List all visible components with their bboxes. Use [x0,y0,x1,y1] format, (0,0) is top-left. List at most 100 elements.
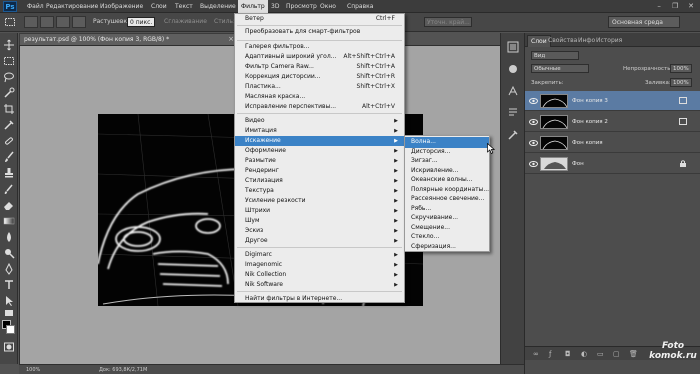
filter-menu-item[interactable]: Адаптивный широкий угол... Alt+Shift+Ctrl… [235,52,404,62]
filter-menu-item[interactable]: Шум ▶ [235,216,404,226]
layer-row[interactable]: Фон копия [525,133,700,153]
layer-row[interactable]: Фон [525,154,700,174]
filter-menu-item[interactable]: Эскиз ▶ [235,226,404,236]
path-select-tool-icon[interactable] [3,295,15,307]
delete-layer-icon[interactable]: 🗑 [629,350,638,358]
brush-panel-icon[interactable] [507,63,519,75]
visibility-eye-icon[interactable] [529,139,538,147]
opacity-input[interactable]: 100% [670,64,692,73]
move-tool-icon[interactable] [3,39,15,51]
background-color-swatch[interactable] [6,325,15,334]
distort-submenu-item[interactable]: Сферизация... [405,242,489,253]
filter-menu-item[interactable]: Коррекция дисторсии... Shift+Ctrl+R [235,72,404,82]
filter-menu-item[interactable]: Штрихи ▶ [235,206,404,216]
quick-mask-icon[interactable] [3,341,15,353]
type-tool-icon[interactable] [3,279,15,291]
menu-view[interactable]: Просмотр [283,0,320,13]
crop-tool-icon[interactable] [3,103,15,115]
blur-tool-icon[interactable] [3,231,15,243]
workspace-select[interactable]: Основная среда [608,16,680,28]
minimize-button[interactable]: – [652,1,666,11]
filter-menu-item[interactable]: Другое ▶ [235,236,404,246]
menu-layers[interactable]: Слои [148,0,170,13]
fill-input[interactable]: 100% [670,78,692,87]
dodge-tool-icon[interactable] [3,247,15,259]
filter-menu-item[interactable]: Digimarc ▶ [235,250,404,260]
tab-history[interactable]: История [593,35,625,47]
menu-filter[interactable]: Фильтр [238,0,268,13]
filter-menu-item[interactable]: Imagenomic ▶ [235,260,404,270]
filter-menu-item[interactable]: Имитация ▶ [235,126,404,136]
adjustment-layer-icon[interactable]: ◐ [581,350,587,358]
filter-menu-item[interactable]: Текстура ▶ [235,186,404,196]
gradient-tool-icon[interactable] [3,215,15,227]
marquee-preset-icon[interactable] [4,16,16,28]
character-panel-icon[interactable] [507,85,519,97]
antialias-label[interactable]: Сглаживание [164,18,207,25]
filter-menu-item[interactable]: Пластика... Shift+Ctrl+X [235,82,404,92]
filter-menu-item[interactable]: Исправление перспективы... Alt+Ctrl+V [235,102,404,112]
filter-menu-item[interactable]: Стилизация ▶ [235,176,404,186]
filter-menu-item[interactable]: Усиление резкости ▶ [235,196,404,206]
history-brush-tool-icon[interactable] [3,183,15,195]
menu-edit[interactable]: Редактирование [43,0,101,13]
tool-presets-icon[interactable] [507,129,519,141]
new-selection-icon[interactable] [24,16,38,28]
close-window-button[interactable]: ✕ [684,1,698,11]
filter-menu-item[interactable]: Преобразовать для смарт-фильтров [235,27,404,37]
visibility-eye-icon[interactable] [529,118,538,126]
filter-menu-item-label: Штрихи [245,207,271,214]
layer-filter-kind-select[interactable]: Вид [531,51,579,60]
add-mask-icon[interactable]: ◘ [565,350,571,358]
filter-menu-item[interactable]: Оформление ▶ [235,146,404,156]
layer-row[interactable]: Фон копия 2 [525,112,700,132]
new-layer-icon[interactable]: ▢ [613,350,620,358]
filter-menu-item[interactable]: Масляная краска... [235,92,404,102]
filter-menu-item[interactable]: Фильтр Camera Raw... Shift+Ctrl+A [235,62,404,72]
filter-menu-item[interactable]: Видео ▶ [235,116,404,126]
history-panel-icon[interactable] [507,41,519,53]
shape-tool-icon[interactable] [3,307,15,319]
visibility-eye-icon[interactable] [529,97,538,105]
feather-input[interactable]: 0 пикс. [127,17,155,27]
lasso-tool-icon[interactable] [3,71,15,83]
filter-menu-item[interactable]: Рендеринг ▶ [235,166,404,176]
rect-marquee-tool-icon[interactable] [3,55,15,67]
refine-edge-button[interactable]: Уточн. край... [424,17,472,27]
intersect-selection-icon[interactable] [72,16,86,28]
clone-stamp-tool-icon[interactable] [3,167,15,179]
quick-select-tool-icon[interactable] [3,87,15,99]
menu-image[interactable]: Изображение [97,0,146,13]
document-tab[interactable]: результат.psd @ 100% (Фон копия 3, RGB/8… [19,33,239,45]
pen-tool-icon[interactable] [3,262,15,275]
menu-separator [237,25,402,26]
eraser-tool-icon[interactable] [3,199,15,211]
eyedropper-tool-icon[interactable] [3,119,15,131]
subtract-selection-icon[interactable] [56,16,70,28]
menu-3d[interactable]: 3D [268,0,282,13]
link-layers-icon[interactable]: ∞ [533,350,539,358]
menu-help[interactable]: Справка [344,0,376,13]
filter-menu-item[interactable]: Ветер Ctrl+F [235,14,404,24]
blend-mode-select[interactable]: Обычные [531,64,589,73]
visibility-eye-icon[interactable] [529,160,538,168]
filter-menu-item[interactable]: Искажение ▶ [235,136,404,146]
layer-style-icon[interactable]: ƒ [549,350,551,358]
filter-menu-item[interactable]: Найти фильтры в Интернете... [235,294,404,304]
zoom-level[interactable]: 100% [26,367,40,373]
filter-menu-item[interactable]: Галерея фильтров... [235,42,404,52]
new-group-icon[interactable]: ▭ [597,350,604,358]
filter-menu-item-label: Коррекция дисторсии... [245,73,321,80]
filter-menu-item[interactable]: Nik Software ▶ [235,280,404,290]
restore-button[interactable]: ❐ [668,1,682,11]
filter-menu-item[interactable]: Nik Collection ▶ [235,270,404,280]
menu-window[interactable]: Окно [317,0,339,13]
menu-select[interactable]: Выделение [197,0,239,13]
add-selection-icon[interactable] [40,16,54,28]
layer-row[interactable]: Фон копия 3 [525,91,700,111]
healing-brush-tool-icon[interactable] [3,135,15,147]
filter-menu-item[interactable]: Размытие ▶ [235,156,404,166]
paragraph-panel-icon[interactable] [507,107,519,119]
menu-text[interactable]: Текст [172,0,196,13]
brush-tool-icon[interactable] [3,151,15,163]
